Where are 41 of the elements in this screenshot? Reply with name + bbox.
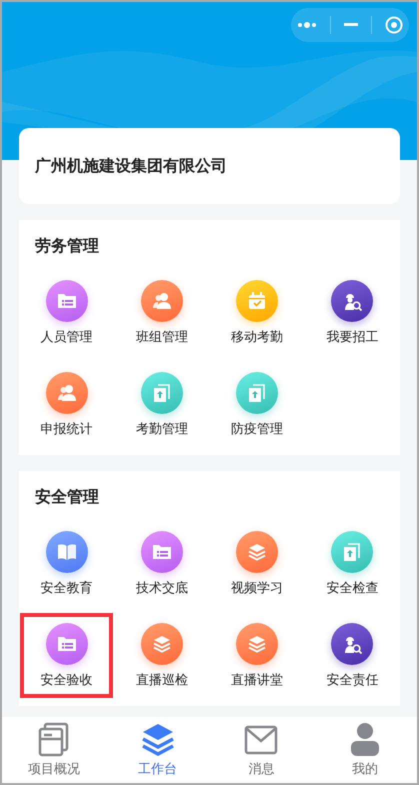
- app-label[interactable]: 安全验收: [40, 670, 93, 690]
- close-icon[interactable]: [384, 16, 403, 34]
- upload-icon[interactable]: [140, 372, 183, 414]
- upload-icon[interactable]: [331, 531, 374, 573]
- more-icon[interactable]: [297, 21, 318, 29]
- company-name: 广州机施建设集团有限公司: [35, 155, 227, 177]
- layers-icon[interactable]: [236, 531, 278, 573]
- tab[interactable]: 项目概况: [2, 717, 106, 783]
- upload-icon[interactable]: [236, 372, 278, 414]
- app-label[interactable]: 直播讲堂: [231, 670, 284, 690]
- calendar-icon[interactable]: [236, 280, 278, 322]
- app-label[interactable]: 安全责任: [326, 670, 378, 690]
- app-label[interactable]: 安全检查: [326, 579, 378, 598]
- layers-icon[interactable]: [236, 622, 278, 664]
- minimize-icon[interactable]: [344, 23, 358, 27]
- tab[interactable]: 消息: [210, 717, 314, 783]
- app-label[interactable]: 人员管理: [40, 328, 93, 348]
- people-icon[interactable]: [140, 280, 183, 322]
- section-title: 安全管理: [34, 486, 99, 508]
- app-label[interactable]: 直播巡检: [136, 670, 188, 690]
- section-title: 劳务管理: [34, 235, 99, 257]
- layers-icon: [140, 722, 176, 758]
- app-label[interactable]: 考勤管理: [136, 420, 188, 439]
- folder-icon[interactable]: [46, 622, 88, 664]
- folder-icon[interactable]: [140, 531, 183, 573]
- app-label[interactable]: 视频学习: [231, 579, 284, 598]
- app-label[interactable]: 移动考勤: [231, 328, 284, 348]
- app-label[interactable]: 班组管理: [136, 328, 188, 348]
- app-label[interactable]: 安全教育: [40, 579, 93, 598]
- tab[interactable]: 工作台: [106, 717, 210, 783]
- book-icon[interactable]: [46, 531, 88, 573]
- app-label[interactable]: 申报统计: [40, 420, 93, 439]
- app-label[interactable]: 我要招工: [326, 328, 378, 348]
- tab[interactable]: 我的: [313, 717, 417, 783]
- app-label[interactable]: 防疫管理: [231, 420, 284, 439]
- folder-icon[interactable]: [46, 280, 88, 322]
- people-icon[interactable]: [46, 372, 88, 414]
- app-label[interactable]: 技术交底: [136, 579, 188, 598]
- worker-icon[interactable]: [331, 622, 374, 664]
- layers-icon[interactable]: [140, 622, 183, 664]
- worker-icon[interactable]: [331, 280, 374, 322]
